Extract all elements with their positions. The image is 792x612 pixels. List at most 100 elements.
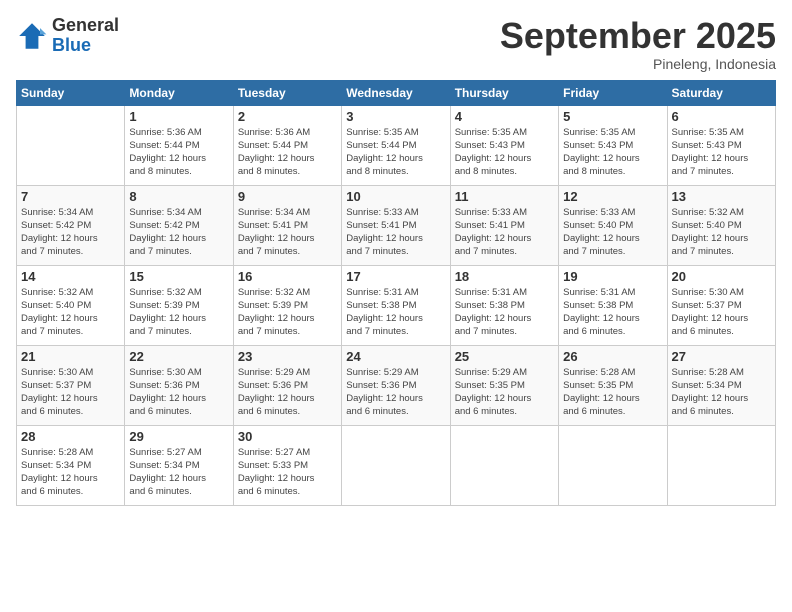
- day-number: 23: [238, 349, 337, 364]
- day-number: 26: [563, 349, 662, 364]
- calendar-cell: 16 Sunrise: 5:32 AM Sunset: 5:39 PM Dayli…: [233, 265, 341, 345]
- day-info: Sunrise: 5:31 AM Sunset: 5:38 PM Dayligh…: [455, 286, 554, 339]
- calendar-cell: 17 Sunrise: 5:31 AM Sunset: 5:38 PM Dayli…: [342, 265, 450, 345]
- calendar-cell: [450, 425, 558, 505]
- day-number: 4: [455, 109, 554, 124]
- calendar-cell: 21 Sunrise: 5:30 AM Sunset: 5:37 PM Dayli…: [17, 345, 125, 425]
- calendar-cell: 27 Sunrise: 5:28 AM Sunset: 5:34 PM Dayli…: [667, 345, 775, 425]
- day-number: 24: [346, 349, 445, 364]
- day-info: Sunrise: 5:34 AM Sunset: 5:41 PM Dayligh…: [238, 206, 337, 259]
- logo-icon: [16, 20, 48, 52]
- calendar-cell: 14 Sunrise: 5:32 AM Sunset: 5:40 PM Dayli…: [17, 265, 125, 345]
- calendar-cell: 18Sunrise: 5:31 AM Sunset: 5:38 PM Dayli…: [450, 265, 558, 345]
- calendar-cell: 8Sunrise: 5:34 AM Sunset: 5:42 PM Daylig…: [125, 185, 233, 265]
- day-info: Sunrise: 5:29 AM Sunset: 5:36 PM Dayligh…: [238, 366, 337, 419]
- day-number: 2: [238, 109, 337, 124]
- calendar-cell: 25Sunrise: 5:29 AM Sunset: 5:35 PM Dayli…: [450, 345, 558, 425]
- calendar-cell: 2 Sunrise: 5:36 AM Sunset: 5:44 PM Daylig…: [233, 105, 341, 185]
- calendar-cell: [342, 425, 450, 505]
- month-title: September 2025: [500, 16, 776, 56]
- calendar-cell: 5Sunrise: 5:35 AM Sunset: 5:43 PM Daylig…: [559, 105, 667, 185]
- day-info: Sunrise: 5:36 AM Sunset: 5:44 PM Dayligh…: [238, 126, 337, 179]
- day-info: Sunrise: 5:33 AM Sunset: 5:41 PM Dayligh…: [455, 206, 554, 259]
- page-header: General Blue September 2025 Pineleng, In…: [16, 16, 776, 72]
- calendar-cell: 28Sunrise: 5:28 AM Sunset: 5:34 PM Dayli…: [17, 425, 125, 505]
- calendar-cell: 19 Sunrise: 5:31 AM Sunset: 5:38 PM Dayli…: [559, 265, 667, 345]
- week-row: 21 Sunrise: 5:30 AM Sunset: 5:37 PM Dayli…: [17, 345, 776, 425]
- logo-blue-label: Blue: [52, 36, 119, 56]
- weekday-header: Sunday: [17, 80, 125, 105]
- day-info: Sunrise: 5:35 AM Sunset: 5:43 PM Dayligh…: [672, 126, 771, 179]
- day-number: 8: [129, 189, 228, 204]
- calendar-cell: 29 Sunrise: 5:27 AM Sunset: 5:34 PM Dayli…: [125, 425, 233, 505]
- calendar-cell: 3Sunrise: 5:35 AM Sunset: 5:44 PM Daylig…: [342, 105, 450, 185]
- logo-text: General Blue: [52, 16, 119, 56]
- logo: General Blue: [16, 16, 119, 56]
- day-number: 7: [21, 189, 120, 204]
- day-info: Sunrise: 5:32 AM Sunset: 5:40 PM Dayligh…: [672, 206, 771, 259]
- day-info: Sunrise: 5:35 AM Sunset: 5:44 PM Dayligh…: [346, 126, 445, 179]
- week-row: 14 Sunrise: 5:32 AM Sunset: 5:40 PM Dayli…: [17, 265, 776, 345]
- day-number: 17: [346, 269, 445, 284]
- calendar-table: SundayMondayTuesdayWednesdayThursdayFrid…: [16, 80, 776, 506]
- day-number: 11: [455, 189, 554, 204]
- day-number: 22: [129, 349, 228, 364]
- day-number: 12: [563, 189, 662, 204]
- calendar-cell: 4Sunrise: 5:35 AM Sunset: 5:43 PM Daylig…: [450, 105, 558, 185]
- day-number: 13: [672, 189, 771, 204]
- calendar-cell: 15Sunrise: 5:32 AM Sunset: 5:39 PM Dayli…: [125, 265, 233, 345]
- day-info: Sunrise: 5:30 AM Sunset: 5:37 PM Dayligh…: [21, 366, 120, 419]
- day-number: 27: [672, 349, 771, 364]
- day-info: Sunrise: 5:31 AM Sunset: 5:38 PM Dayligh…: [563, 286, 662, 339]
- day-info: Sunrise: 5:31 AM Sunset: 5:38 PM Dayligh…: [346, 286, 445, 339]
- weekday-header: Tuesday: [233, 80, 341, 105]
- day-number: 14: [21, 269, 120, 284]
- calendar-cell: 6 Sunrise: 5:35 AM Sunset: 5:43 PM Daylig…: [667, 105, 775, 185]
- day-info: Sunrise: 5:32 AM Sunset: 5:39 PM Dayligh…: [129, 286, 228, 339]
- day-number: 10: [346, 189, 445, 204]
- weekday-header: Friday: [559, 80, 667, 105]
- day-number: 21: [21, 349, 120, 364]
- logo-general-label: General: [52, 16, 119, 36]
- calendar-cell: 12Sunrise: 5:33 AM Sunset: 5:40 PM Dayli…: [559, 185, 667, 265]
- location-subtitle: Pineleng, Indonesia: [500, 56, 776, 72]
- day-info: Sunrise: 5:27 AM Sunset: 5:33 PM Dayligh…: [238, 446, 337, 499]
- day-info: Sunrise: 5:35 AM Sunset: 5:43 PM Dayligh…: [563, 126, 662, 179]
- weekday-header: Saturday: [667, 80, 775, 105]
- calendar-cell: 30 Sunrise: 5:27 AM Sunset: 5:33 PM Dayli…: [233, 425, 341, 505]
- calendar-cell: 10 Sunrise: 5:33 AM Sunset: 5:41 PM Dayli…: [342, 185, 450, 265]
- calendar-cell: 26Sunrise: 5:28 AM Sunset: 5:35 PM Dayli…: [559, 345, 667, 425]
- week-row: 28Sunrise: 5:28 AM Sunset: 5:34 PM Dayli…: [17, 425, 776, 505]
- calendar-cell: 7 Sunrise: 5:34 AM Sunset: 5:42 PM Daylig…: [17, 185, 125, 265]
- day-number: 30: [238, 429, 337, 444]
- day-number: 6: [672, 109, 771, 124]
- title-block: September 2025 Pineleng, Indonesia: [500, 16, 776, 72]
- weekday-header: Thursday: [450, 80, 558, 105]
- calendar-header-row: SundayMondayTuesdayWednesdayThursdayFrid…: [17, 80, 776, 105]
- day-info: Sunrise: 5:34 AM Sunset: 5:42 PM Dayligh…: [21, 206, 120, 259]
- weekday-header: Monday: [125, 80, 233, 105]
- day-number: 19: [563, 269, 662, 284]
- weekday-header: Wednesday: [342, 80, 450, 105]
- day-info: Sunrise: 5:29 AM Sunset: 5:36 PM Dayligh…: [346, 366, 445, 419]
- day-info: Sunrise: 5:30 AM Sunset: 5:37 PM Dayligh…: [672, 286, 771, 339]
- day-number: 25: [455, 349, 554, 364]
- calendar-cell: 9Sunrise: 5:34 AM Sunset: 5:41 PM Daylig…: [233, 185, 341, 265]
- calendar-cell: [17, 105, 125, 185]
- calendar-cell: 23 Sunrise: 5:29 AM Sunset: 5:36 PM Dayli…: [233, 345, 341, 425]
- calendar-cell: [667, 425, 775, 505]
- day-info: Sunrise: 5:36 AM Sunset: 5:44 PM Dayligh…: [129, 126, 228, 179]
- calendar-cell: 24 Sunrise: 5:29 AM Sunset: 5:36 PM Dayli…: [342, 345, 450, 425]
- calendar-cell: 11 Sunrise: 5:33 AM Sunset: 5:41 PM Dayli…: [450, 185, 558, 265]
- day-info: Sunrise: 5:32 AM Sunset: 5:40 PM Dayligh…: [21, 286, 120, 339]
- day-number: 16: [238, 269, 337, 284]
- day-info: Sunrise: 5:27 AM Sunset: 5:34 PM Dayligh…: [129, 446, 228, 499]
- day-info: Sunrise: 5:32 AM Sunset: 5:39 PM Dayligh…: [238, 286, 337, 339]
- day-info: Sunrise: 5:30 AM Sunset: 5:36 PM Dayligh…: [129, 366, 228, 419]
- day-number: 29: [129, 429, 228, 444]
- week-row: 1Sunrise: 5:36 AM Sunset: 5:44 PM Daylig…: [17, 105, 776, 185]
- day-number: 20: [672, 269, 771, 284]
- calendar-cell: 20 Sunrise: 5:30 AM Sunset: 5:37 PM Dayli…: [667, 265, 775, 345]
- day-info: Sunrise: 5:33 AM Sunset: 5:41 PM Dayligh…: [346, 206, 445, 259]
- day-info: Sunrise: 5:28 AM Sunset: 5:34 PM Dayligh…: [672, 366, 771, 419]
